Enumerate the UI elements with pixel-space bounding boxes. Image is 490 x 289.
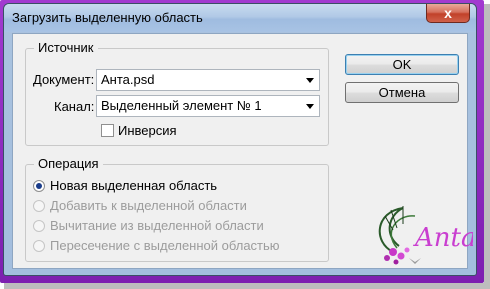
radio-label-new[interactable]: Новая выделенная область (50, 178, 217, 193)
radio-subtract-selection[interactable] (33, 220, 45, 232)
radio-label-add[interactable]: Добавить к выделенной области (50, 198, 247, 213)
channel-select[interactable]: Выделенный элемент № 1 (96, 95, 320, 117)
close-button[interactable]: x (426, 4, 470, 23)
invert-checkbox[interactable] (101, 124, 114, 137)
title-bar[interactable]: Загрузить выделенную область x (4, 4, 476, 32)
ok-button[interactable]: OK (345, 54, 459, 75)
frame-shadow-bottom (4, 283, 490, 289)
dialog-body: Источник Документ: Анта.psd Канал: Выдел… (12, 33, 473, 269)
radio-label-intersect[interactable]: Пересечение с выделенной областью (50, 238, 280, 253)
document-label: Документ: (33, 72, 95, 87)
close-icon: x (444, 5, 452, 21)
document-value: Анта.psd (101, 72, 155, 87)
source-group: Источник Документ: Анта.psd Канал: Выдел… (25, 40, 329, 146)
channel-value: Выделенный элемент № 1 (101, 98, 262, 113)
chevron-down-icon[interactable] (306, 104, 314, 109)
invert-label[interactable]: Инверсия (118, 123, 177, 138)
anta-watermark-logo: Anta (378, 206, 473, 265)
channel-label: Канал: (54, 99, 95, 114)
radio-intersect-selection[interactable] (33, 240, 45, 252)
window-title: Загрузить выделенную область (12, 10, 203, 25)
frame-shadow-right (484, 4, 490, 289)
document-select[interactable]: Анта.psd (96, 69, 320, 91)
operation-legend: Операция (34, 156, 103, 171)
watermark-text: Anta (413, 223, 473, 253)
radio-new-selection[interactable] (33, 180, 45, 192)
dialog-window: Загрузить выделенную область x Источник … (3, 3, 477, 276)
chevron-down-icon[interactable] (306, 78, 314, 83)
radio-label-subtract[interactable]: Вычитание из выделенной области (50, 218, 264, 233)
cancel-button[interactable]: Отмена (345, 82, 459, 103)
source-legend: Источник (34, 40, 98, 55)
operation-group: Операция Новая выделенная область Добави… (25, 156, 329, 262)
radio-add-selection[interactable] (33, 200, 45, 212)
